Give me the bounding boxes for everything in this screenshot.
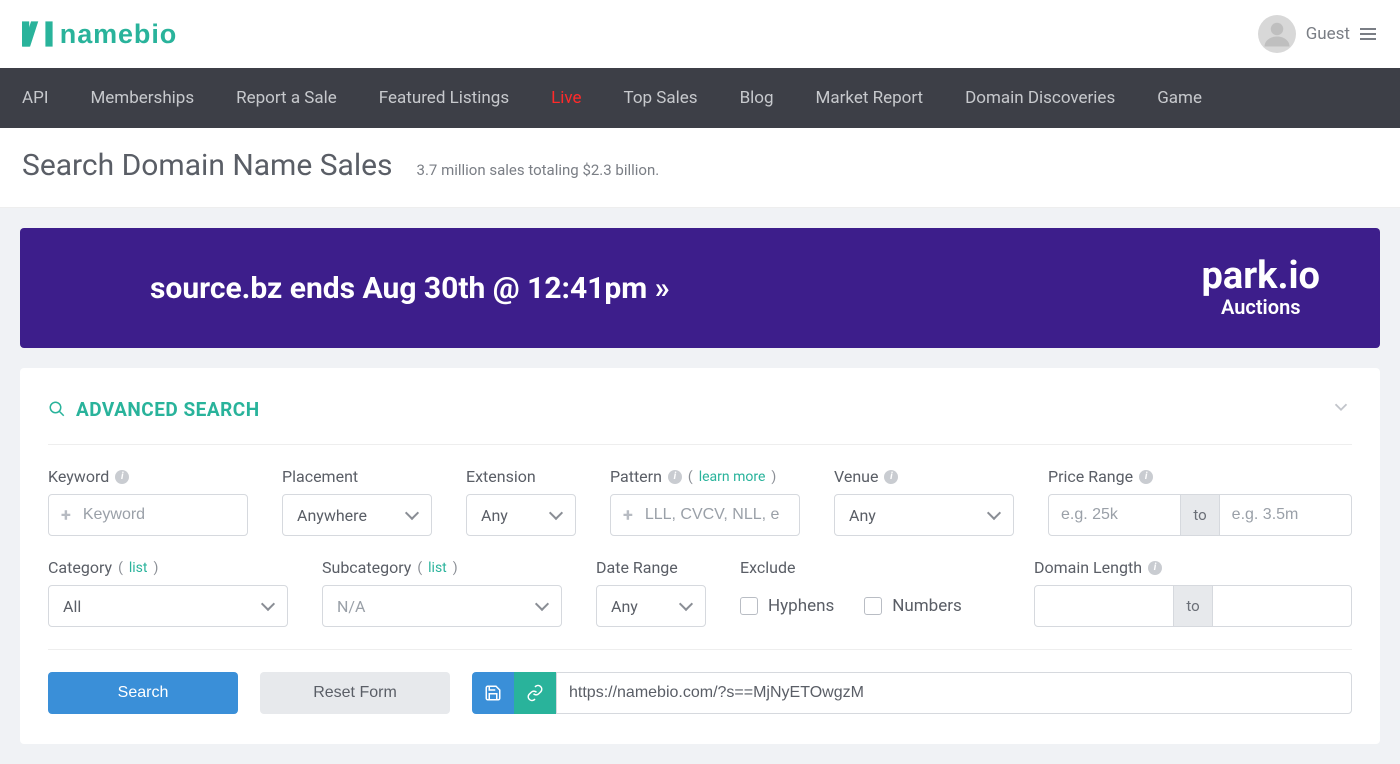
field-category: Category (list) All	[48, 558, 288, 627]
page-subtitle: 3.7 million sales totaling $2.3 billion.	[417, 161, 660, 179]
reset-button[interactable]: Reset Form	[260, 672, 450, 714]
field-extension: Extension Any	[466, 467, 576, 536]
field-pattern: Pattern i (learn more) +	[610, 467, 800, 536]
field-exclude: Exclude Hyphens Numbers	[740, 558, 1000, 627]
field-keyword: Keyword i +	[48, 467, 248, 536]
pattern-input[interactable]	[633, 495, 799, 535]
category-select[interactable]: All	[48, 585, 288, 627]
nav-market[interactable]: Market Report	[816, 88, 924, 108]
field-placement: Placement Anywhere	[282, 467, 432, 536]
label-daterange: Date Range	[596, 558, 678, 577]
label-subcategory: Subcategory	[322, 558, 411, 577]
exclude-hyphens-checkbox[interactable]: Hyphens	[740, 596, 834, 616]
user-area: Guest	[1258, 15, 1376, 53]
label-pattern: Pattern	[610, 467, 662, 486]
label-placement: Placement	[282, 467, 358, 486]
label-extension: Extension	[466, 467, 536, 486]
page-title-row: Search Domain Name Sales 3.7 million sal…	[0, 128, 1400, 208]
save-search-button[interactable]	[472, 672, 514, 714]
copy-link-button[interactable]	[514, 672, 556, 714]
field-daterange: Date Range Any	[596, 558, 706, 627]
learn-more-link[interactable]: learn more	[699, 469, 766, 485]
price-max-input[interactable]	[1220, 495, 1351, 535]
panel-header[interactable]: ADVANCED SEARCH	[48, 396, 1352, 445]
menu-icon[interactable]	[1360, 28, 1376, 40]
banner-brand-block: park.io Auctions	[1202, 257, 1320, 319]
panel-title: ADVANCED SEARCH	[76, 398, 260, 421]
keyword-input[interactable]	[71, 495, 247, 535]
subcategory-list-link[interactable]: list	[428, 560, 447, 576]
label-exclude: Exclude	[740, 558, 795, 577]
venue-select[interactable]: Any	[834, 494, 1014, 536]
nav-report[interactable]: Report a Sale	[236, 88, 337, 108]
nav-live[interactable]: Live	[551, 88, 581, 108]
form-row-1: Keyword i + Placement Anywhere Extension …	[48, 467, 1352, 536]
len-max-input[interactable]	[1213, 586, 1351, 626]
page-title: Search Domain Name Sales	[22, 148, 393, 183]
nav-game[interactable]: Game	[1157, 88, 1202, 108]
field-price: Price Range i to	[1048, 467, 1352, 536]
main-nav: API Memberships Report a Sale Featured L…	[0, 68, 1400, 128]
label-category: Category	[48, 558, 112, 577]
subcategory-select[interactable]: N/A	[322, 585, 562, 627]
daterange-select[interactable]: Any	[596, 585, 706, 627]
user-label[interactable]: Guest	[1306, 24, 1350, 44]
info-icon[interactable]: i	[884, 470, 898, 484]
len-sep: to	[1174, 585, 1211, 627]
label-price: Price Range	[1048, 467, 1133, 486]
nav-api[interactable]: API	[22, 88, 48, 108]
field-venue: Venuei Any	[834, 467, 1014, 536]
field-domainlen: Domain Length i to	[1034, 558, 1352, 627]
nav-featured[interactable]: Featured Listings	[379, 88, 509, 108]
search-button[interactable]: Search	[48, 672, 238, 714]
share-url-input[interactable]	[557, 673, 1351, 713]
pattern-input-wrap: +	[610, 494, 800, 536]
label-keyword: Keyword	[48, 467, 109, 486]
nav-blog[interactable]: Blog	[740, 88, 774, 108]
share-group	[472, 672, 1352, 714]
exclude-numbers-checkbox[interactable]: Numbers	[864, 596, 962, 616]
search-icon	[48, 400, 66, 418]
price-sep: to	[1181, 494, 1218, 536]
banner-wrap: source.bz ends Aug 30th @ 12:41pm » park…	[0, 208, 1400, 368]
top-bar: namebio Guest	[0, 0, 1400, 68]
label-venue: Venue	[834, 467, 878, 486]
promo-banner[interactable]: source.bz ends Aug 30th @ 12:41pm » park…	[20, 228, 1380, 348]
advanced-search-panel: ADVANCED SEARCH Keyword i + Placement Any…	[20, 368, 1380, 744]
banner-brand-sub: Auctions	[1202, 295, 1320, 319]
nav-topsales[interactable]: Top Sales	[624, 88, 698, 108]
link-icon	[526, 684, 544, 702]
divider	[48, 649, 1352, 650]
info-icon[interactable]: i	[115, 470, 129, 484]
len-min-input[interactable]	[1035, 586, 1173, 626]
keyword-input-wrap: +	[48, 494, 248, 536]
plus-icon: +	[611, 505, 633, 526]
info-icon[interactable]: i	[1148, 561, 1162, 575]
category-list-link[interactable]: list	[129, 560, 148, 576]
extension-select[interactable]: Any	[466, 494, 576, 536]
save-icon	[484, 684, 502, 702]
collapse-icon[interactable]	[1330, 396, 1352, 422]
nav-discoveries[interactable]: Domain Discoveries	[965, 88, 1115, 108]
price-min-input[interactable]	[1049, 495, 1180, 535]
label-domainlen: Domain Length	[1034, 558, 1142, 577]
logo[interactable]: namebio	[22, 16, 220, 52]
field-subcategory: Subcategory (list) N/A	[322, 558, 562, 627]
form-row-2: Category (list) All Subcategory (list) N…	[48, 558, 1352, 627]
banner-headline: source.bz ends Aug 30th @ 12:41pm »	[150, 271, 670, 306]
banner-brand: park.io	[1202, 257, 1320, 295]
placement-select[interactable]: Anywhere	[282, 494, 432, 536]
svg-text:namebio: namebio	[60, 19, 177, 49]
nav-memberships[interactable]: Memberships	[90, 88, 194, 108]
plus-icon: +	[49, 505, 71, 526]
actions-row: Search Reset Form	[48, 672, 1352, 714]
avatar[interactable]	[1258, 15, 1296, 53]
info-icon[interactable]: i	[1139, 470, 1153, 484]
info-icon[interactable]: i	[668, 470, 682, 484]
